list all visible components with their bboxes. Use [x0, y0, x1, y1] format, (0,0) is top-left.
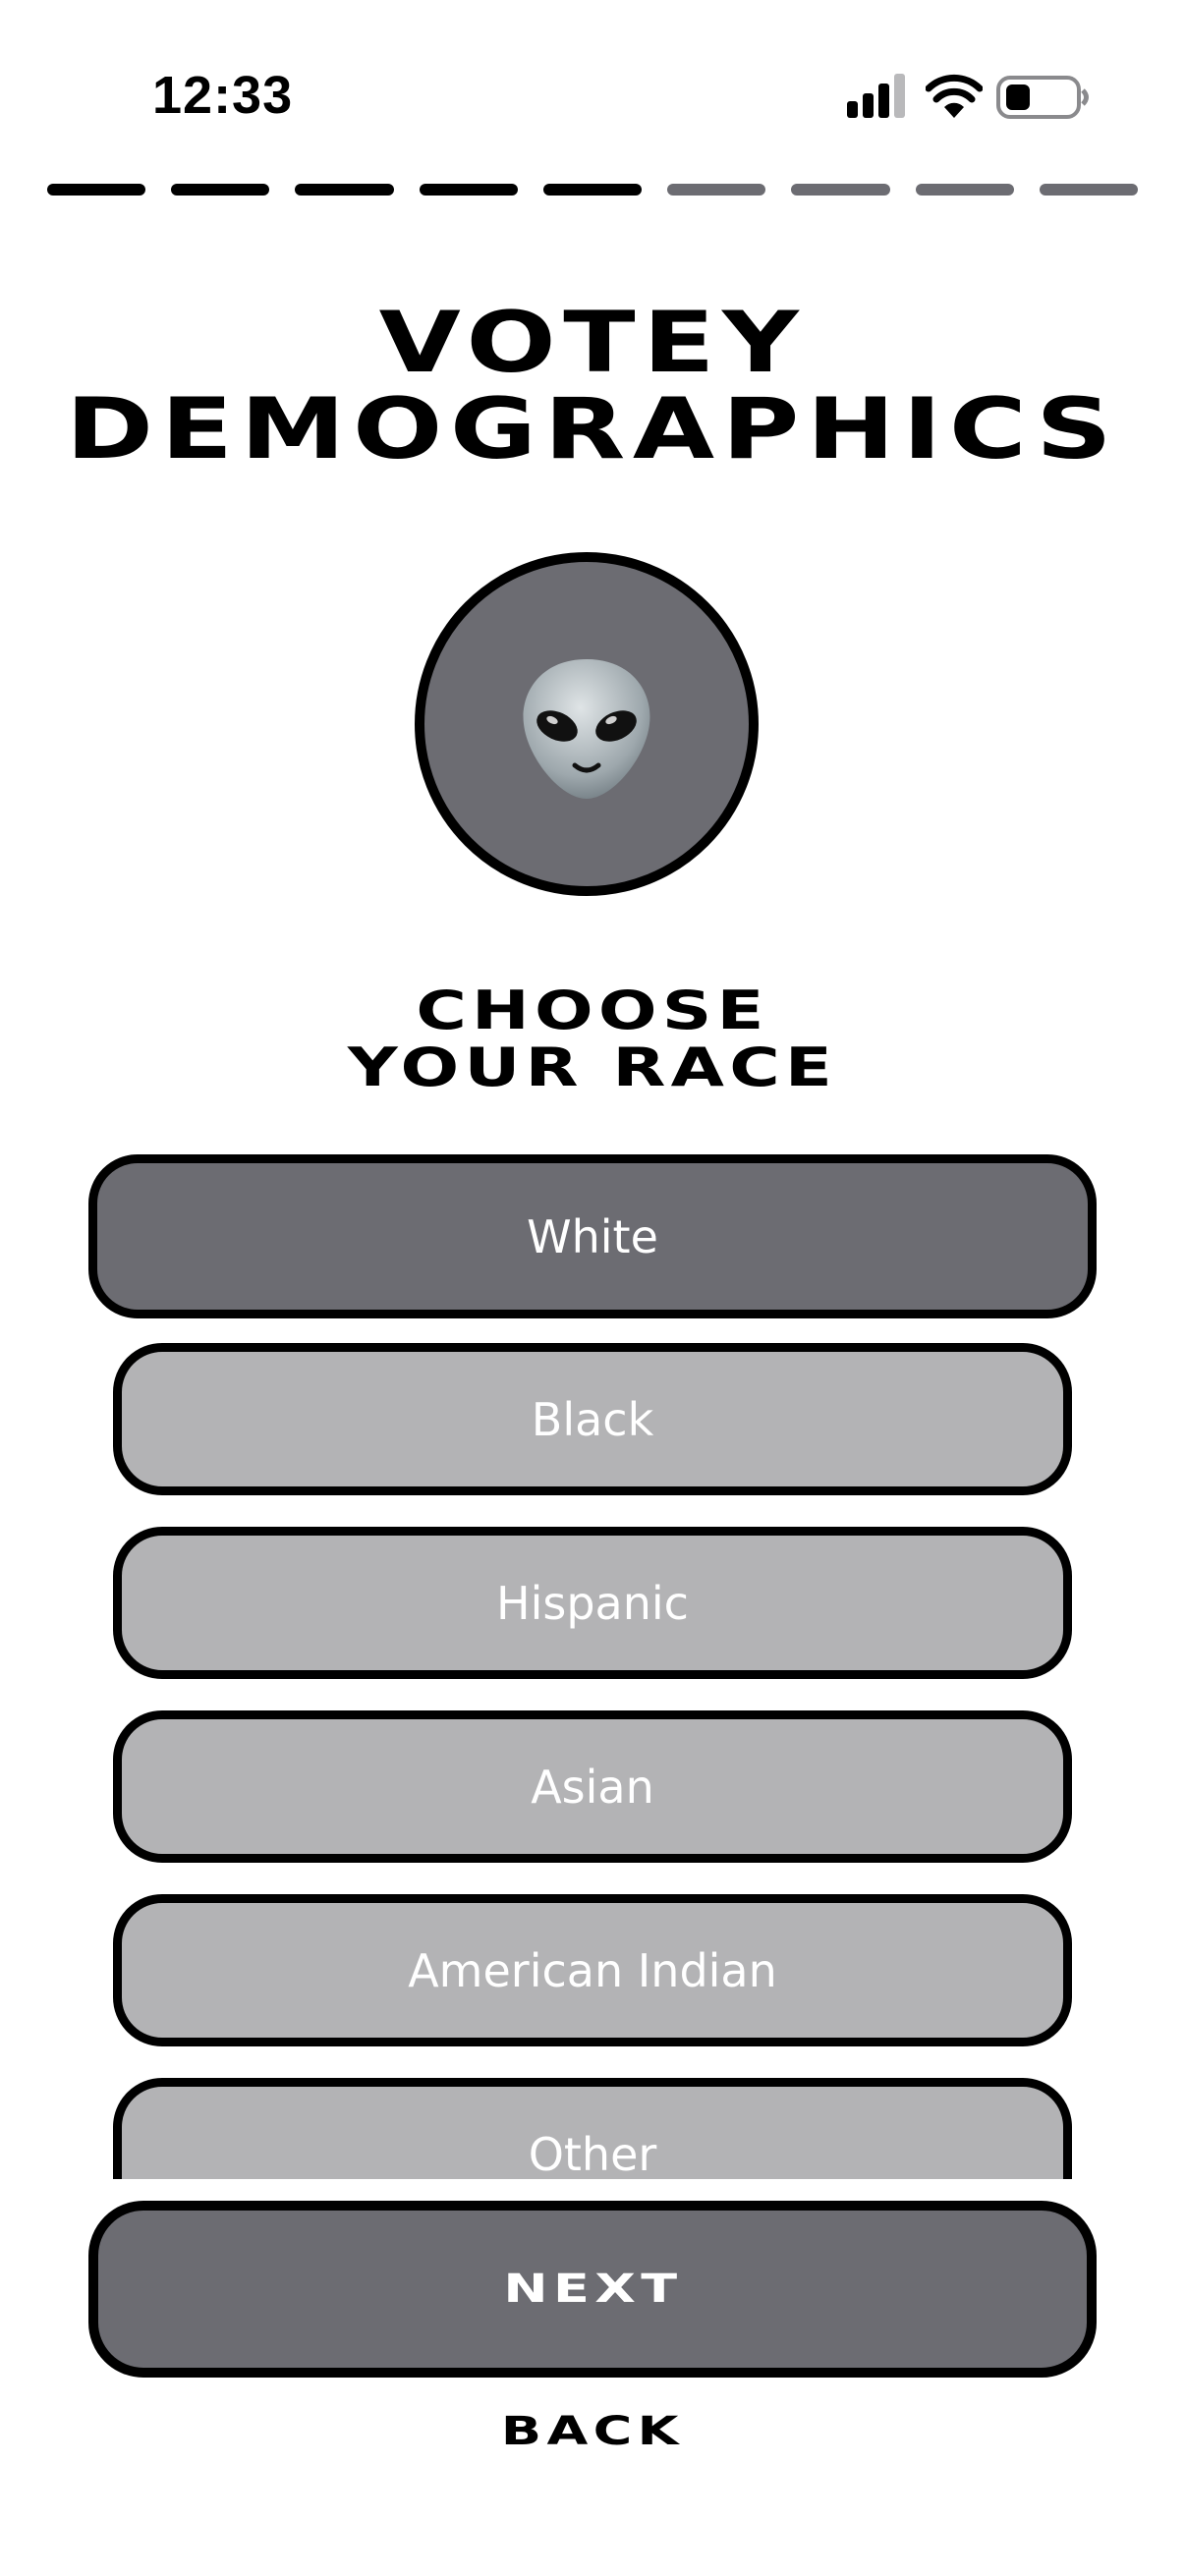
- back-button[interactable]: BACK: [0, 2409, 1185, 2454]
- progress-segment: [419, 184, 518, 196]
- progress-segment: [47, 184, 146, 196]
- battery-icon: [996, 76, 1089, 119]
- option-label: Other: [528, 2127, 657, 2180]
- status-icons: [847, 74, 1093, 123]
- progress-segment: [295, 184, 394, 196]
- option-black[interactable]: Black: [113, 1343, 1072, 1495]
- page-title: VOTEY DEMOGRAPHICS: [0, 300, 1185, 473]
- progress-segment: [915, 184, 1014, 196]
- next-button-label: NEXT: [502, 2267, 683, 2312]
- next-button[interactable]: NEXT: [88, 2201, 1097, 2378]
- option-label: Asian: [531, 1760, 654, 1814]
- status-time: 12:33: [152, 66, 294, 125]
- question-heading-line-1: CHOOSE: [416, 980, 769, 1041]
- option-other[interactable]: Other: [113, 2078, 1072, 2179]
- page-title-line-1: VOTEY: [378, 294, 807, 392]
- option-label: Hispanic: [496, 1576, 689, 1630]
- cellular-signal-icon: [847, 74, 905, 118]
- question-heading: CHOOSE YOUR RACE: [0, 982, 1185, 1096]
- progress-segment: [171, 184, 270, 196]
- race-options-list[interactable]: White Black Hispanic Asian American Indi…: [0, 1154, 1185, 2179]
- question-heading-line-2: YOUR RACE: [347, 1036, 838, 1098]
- back-button-label: BACK: [500, 2409, 685, 2454]
- progress-segment: [1039, 184, 1138, 196]
- option-label: Black: [531, 1392, 654, 1446]
- option-white[interactable]: White: [88, 1154, 1097, 1318]
- wifi-icon: [926, 74, 983, 118]
- avatar: [415, 552, 759, 896]
- option-american-indian[interactable]: American Indian: [113, 1894, 1072, 2046]
- progress-segment: [542, 184, 643, 196]
- progress-indicator: [47, 184, 1138, 196]
- status-bar: 12:33: [0, 0, 1185, 187]
- progress-segment: [667, 184, 766, 196]
- option-label: American Indian: [408, 1943, 777, 1997]
- page-title-line-2: DEMOGRAPHICS: [65, 380, 1120, 478]
- alien-emoji-icon: [523, 659, 650, 799]
- option-hispanic[interactable]: Hispanic: [113, 1527, 1072, 1679]
- option-asian[interactable]: Asian: [113, 1710, 1072, 1863]
- progress-segment: [791, 184, 890, 196]
- option-label: White: [527, 1209, 658, 1263]
